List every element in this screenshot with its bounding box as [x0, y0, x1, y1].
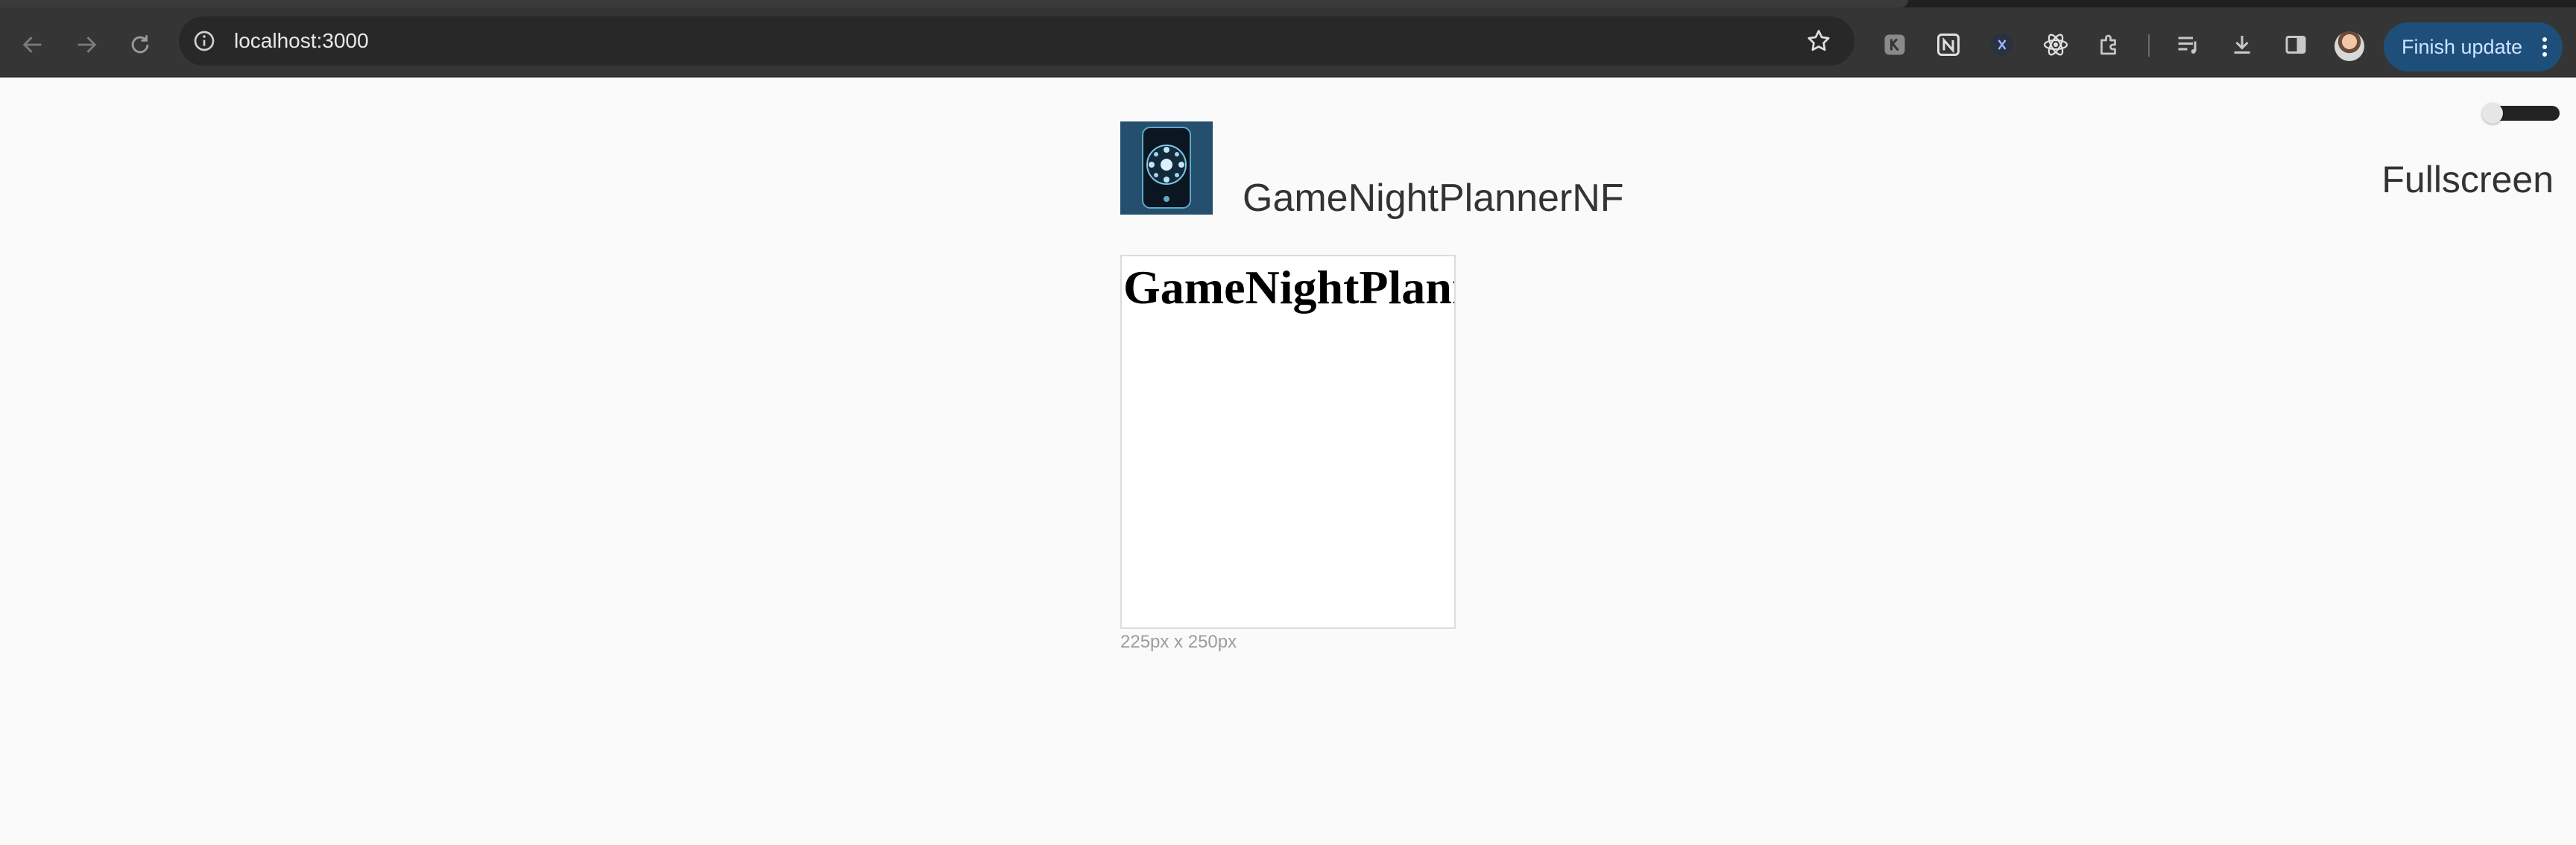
address-bar[interactable]: localhost:3000 [179, 16, 1854, 66]
app-preview-frame[interactable]: GameNightPlanner [1120, 255, 1456, 629]
side-panel-icon[interactable] [2281, 30, 2311, 60]
tab-strip [0, 0, 2576, 7]
puzzle-extensions-icon[interactable] [2094, 30, 2124, 60]
finish-update-label: Finish update [2402, 35, 2523, 58]
x-extension-icon[interactable] [1987, 30, 2017, 60]
toggle-knob[interactable] [2482, 103, 2503, 124]
bookmark-star-icon[interactable] [1805, 28, 1832, 54]
toolbar-divider [2148, 34, 2150, 57]
preview-heading: GameNightPlanner [1123, 261, 1454, 314]
download-icon[interactable] [2227, 30, 2257, 60]
finish-update-button[interactable]: Finish update [2384, 22, 2563, 72]
keyboard-extension-icon[interactable] [1880, 30, 1910, 60]
kebab-menu-icon[interactable] [2540, 35, 2549, 59]
browser-toolbar: localhost:3000 Finish update [0, 7, 2576, 77]
address-text[interactable]: localhost:3000 [234, 28, 369, 54]
preview-dimensions: 225px x 250px [1120, 632, 1237, 652]
react-devtools-icon[interactable] [2041, 30, 2071, 60]
notion-icon[interactable] [1933, 30, 1963, 60]
fullscreen-label: Fullscreen [2381, 159, 2554, 200]
reading-list-icon[interactable] [2174, 30, 2203, 60]
fullscreen-toggle[interactable] [2482, 103, 2560, 124]
site-info-icon[interactable] [192, 29, 216, 53]
active-tab-edge [0, 0, 1908, 7]
app-icon [1120, 121, 1213, 215]
profile-avatar[interactable] [2334, 31, 2364, 61]
app-title: GameNightPlannerNF [1243, 177, 1624, 220]
forward-arrow-icon[interactable] [72, 30, 101, 60]
back-arrow-icon[interactable] [18, 30, 48, 60]
reload-icon[interactable] [125, 30, 155, 60]
